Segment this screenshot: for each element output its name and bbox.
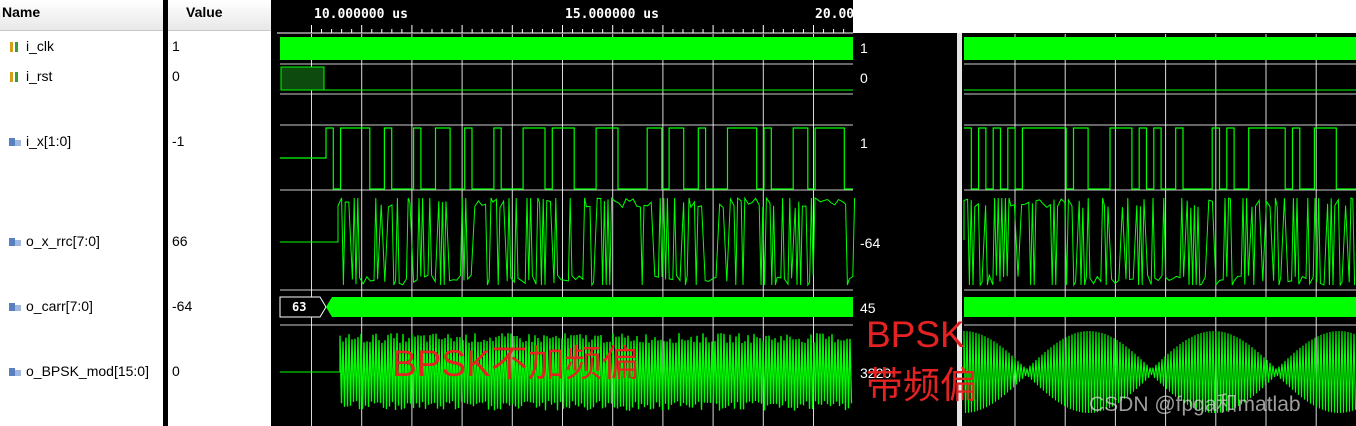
bus-signal-icon [9, 238, 21, 247]
bus-value-label: 63 [292, 300, 306, 314]
cursor-value: 1 [860, 135, 868, 151]
cursor-value: 1 [860, 40, 868, 56]
watermark: CSDN @fpga和matlab [1089, 393, 1301, 416]
value-column-header[interactable]: Value [168, 0, 271, 31]
name-panel: Name i_clk i_rst i_x[1:0] o_x_rrc[7:0] o… [0, 0, 163, 426]
signal-row-o-x-rrc[interactable]: o_x_rrc[7:0] [0, 233, 100, 249]
wave-o-carr: 63 [279, 296, 1356, 318]
ruler-tick-label: 20.00 [815, 7, 854, 22]
signal-row-o-bpsk-mod[interactable]: o_BPSK_mod[15:0] [0, 363, 149, 379]
ruler-tick-label: 15.000000 us [565, 7, 659, 22]
annotation-freq-offset-line1: BPSK [866, 314, 965, 355]
wave-i-clk-right [964, 37, 1356, 60]
name-column-header[interactable]: Name [0, 0, 163, 31]
signal-value: 0 [172, 68, 180, 84]
value-panel: Value 1 0 -1 66 -64 0 [168, 0, 271, 426]
signal-name: i_clk [26, 38, 55, 54]
wave-o-x-rrc-right [963, 197, 1356, 287]
signal-value: -1 [172, 133, 185, 149]
signal-row-o-carr[interactable]: o_carr[7:0] [0, 298, 93, 314]
wave-i-x-right [964, 127, 1356, 190]
signal-row-i-x[interactable]: i_x[1:0] [0, 133, 71, 149]
ruler-tick-label: 10.000000 us [314, 7, 408, 22]
annotation-freq-offset-line2: 带频偏 [866, 365, 977, 406]
bus-signal-icon [9, 368, 21, 377]
wave-i-clk [280, 37, 853, 60]
signal-value: -64 [172, 298, 193, 314]
bus-signal-icon [9, 303, 21, 312]
signal-name: o_x_rrc[7:0] [26, 233, 100, 249]
signal-name: i_rst [26, 68, 53, 84]
annotation-no-freq-offset: BPSK不加频偏 [392, 343, 639, 384]
wave-i-x [280, 127, 853, 190]
wave-o-x-rrc [280, 196, 856, 287]
signal-row-i-clk[interactable]: i_clk [0, 38, 54, 54]
signal-value: 1 [172, 38, 180, 54]
cursor-value: 0 [860, 70, 868, 86]
bus-signal-icon [9, 138, 21, 147]
bit-signal-icon [10, 42, 18, 53]
signal-name: o_BPSK_mod[15:0] [26, 363, 149, 379]
signal-value: 0 [172, 363, 180, 379]
signal-row-i-rst[interactable]: i_rst [0, 68, 52, 84]
cursor-value: -64 [860, 235, 881, 251]
minor-ticks [311, 25, 855, 33]
signal-name: i_x[1:0] [26, 133, 72, 149]
wave-i-rst [280, 66, 1356, 91]
time-ruler: 10.000000 us 15.000000 us 20.00 [277, 7, 855, 34]
bit-signal-icon [10, 72, 18, 83]
signal-value: 66 [172, 233, 188, 249]
signal-name: o_carr[7:0] [26, 298, 93, 314]
blank-header-area [853, 0, 1356, 33]
